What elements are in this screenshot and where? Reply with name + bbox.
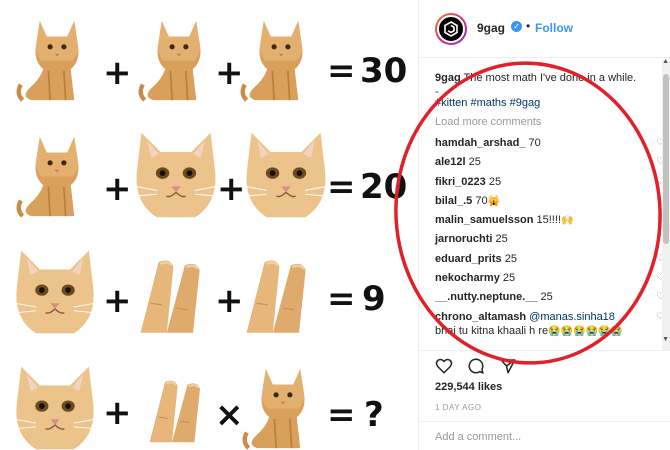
plus-operator: + — [103, 393, 132, 433]
post-image: + + = 30 + + = 20 + + = 9 + × = ? — [0, 0, 418, 450]
comment-icon[interactable] — [467, 357, 485, 375]
cat-paws-image — [134, 246, 216, 344]
comment-text: 25 — [537, 291, 553, 304]
comment-item: bilal_.5 70🙀 ♡ — [435, 194, 665, 213]
comment-username[interactable]: chrono_altamash — [435, 311, 526, 323]
crying-emoji-icon: 😭😭😭😭😭😭 — [548, 325, 623, 337]
add-comment-bar — [419, 421, 670, 450]
comment-username[interactable]: malin_samuelsson — [435, 214, 533, 226]
9gag-logo-icon — [444, 21, 458, 37]
comment-username[interactable]: nekocharmy — [435, 272, 500, 284]
heart-icon[interactable] — [435, 357, 453, 375]
puzzle-row-4: + × = ? — [0, 352, 418, 450]
separator-dot: • — [526, 19, 531, 33]
comment-text: 25 — [485, 175, 502, 188]
result-value: ? — [364, 395, 384, 435]
cat-paws-image — [240, 246, 322, 344]
post-username[interactable]: 9gag — [477, 21, 505, 35]
comments-scrollbar[interactable] — [662, 60, 670, 350]
comment-username[interactable]: bilal_.5 — [435, 195, 472, 207]
scroll-down-arrow-icon[interactable]: ▼ — [662, 336, 669, 343]
comment-username[interactable]: __.nutty.neptune.__ — [435, 291, 537, 303]
add-comment-input[interactable] — [435, 431, 655, 443]
caption-text: The most math I've done in a while. — [460, 72, 637, 84]
sitting-cat-image — [240, 356, 326, 450]
result-value: 30 — [360, 51, 408, 91]
sitting-cat-image — [14, 122, 100, 226]
cat-face-image — [8, 358, 102, 450]
comment-item: nekocharmy 25 ♡ — [435, 271, 665, 290]
comment-list: hamdah_arshad_ 70 ♡ ale12l 25 ♡ fikri_02… — [435, 136, 665, 340]
caption-username[interactable]: 9gag — [435, 72, 461, 84]
comment-text: 25 — [499, 272, 516, 285]
comment-text: 25 — [492, 233, 508, 246]
equals-sign: = — [327, 51, 356, 91]
cat-paw-image — [144, 362, 214, 450]
comment-item: jarnoruchti 25 ♡ — [435, 232, 665, 251]
comment-username[interactable]: jarnoruchti — [435, 233, 492, 245]
comment-text: 70 — [525, 137, 541, 149]
cat-face-image — [8, 242, 102, 342]
comment-text: 15!!!! — [533, 214, 561, 227]
comment-mention[interactable]: @manas.sinha18 — [526, 311, 615, 323]
comment-username[interactable]: fikri_0223 — [435, 176, 486, 188]
result-value: 20 — [360, 167, 408, 207]
post-header: 9gag ✓ • Follow — [419, 0, 670, 58]
follow-button[interactable]: Follow — [535, 21, 573, 35]
share-icon[interactable] — [499, 357, 517, 375]
sitting-cat-image — [238, 8, 324, 108]
comment-item: eduard_prits 25 ♡ — [435, 252, 665, 271]
comment-text: bhai tu kitna khaali h re — [435, 324, 549, 337]
plus-operator: + — [103, 53, 132, 93]
post-sidebar: 9gag ✓ • Follow 9gag The most math I've … — [418, 0, 670, 450]
comment-username[interactable]: hamdah_arshad_ — [435, 137, 525, 149]
equals-sign: = — [327, 279, 356, 319]
post-actions: 229,544 likes 1 DAY AGO — [419, 350, 670, 450]
equals-sign: = — [327, 395, 356, 435]
puzzle-row-3: + + = 9 — [0, 236, 418, 348]
scream-cat-emoji-icon: 🙀 — [487, 195, 501, 207]
sitting-cat-image — [136, 8, 222, 108]
comment-text: 70 — [472, 194, 488, 207]
comment-item: chrono_altamash @manas.sinha18 bhai tu k… — [435, 310, 665, 340]
comment-username[interactable]: ale12l — [435, 156, 466, 168]
puzzle-row-1: + + = 30 — [0, 0, 418, 112]
caption-hashtags[interactable]: #kitten #maths #9gag — [435, 97, 540, 109]
post-caption: 9gag The most math I've done in a while.… — [435, 71, 655, 99]
plus-operator: + — [103, 281, 132, 321]
puzzle-row-2: + + = 20 — [0, 118, 418, 230]
load-more-comments-link[interactable]: Load more comments — [435, 116, 541, 128]
comment-text: 25 — [465, 156, 481, 169]
like-count[interactable]: 229,544 likes — [435, 381, 502, 393]
cat-face-image — [128, 126, 224, 224]
comment-item: ale12l 25 ♡ — [435, 155, 665, 174]
result-value: 9 — [362, 279, 386, 319]
comment-item: hamdah_arshad_ 70 ♡ — [435, 136, 665, 155]
comment-username[interactable]: eduard_prits — [435, 253, 502, 265]
scrollbar-thumb[interactable] — [663, 74, 669, 244]
verified-badge-icon: ✓ — [511, 21, 522, 32]
raised-hands-emoji-icon: 🙌 — [560, 215, 574, 227]
comment-text: 25 — [501, 252, 517, 265]
cat-face-image — [238, 126, 334, 224]
comment-item: __.nutty.neptune.__ 25 ♡ — [435, 290, 665, 309]
comment-item: fikri_0223 25 ♡ — [435, 175, 665, 194]
equals-sign: = — [327, 167, 356, 207]
comment-item: malin_samuelsson 15!!!!🙌 ♡ — [435, 213, 665, 232]
scroll-up-arrow-icon[interactable]: ▲ — [662, 58, 669, 65]
sitting-cat-image — [14, 8, 100, 108]
post-timestamp: 1 DAY AGO — [435, 403, 482, 412]
avatar[interactable] — [435, 13, 467, 45]
